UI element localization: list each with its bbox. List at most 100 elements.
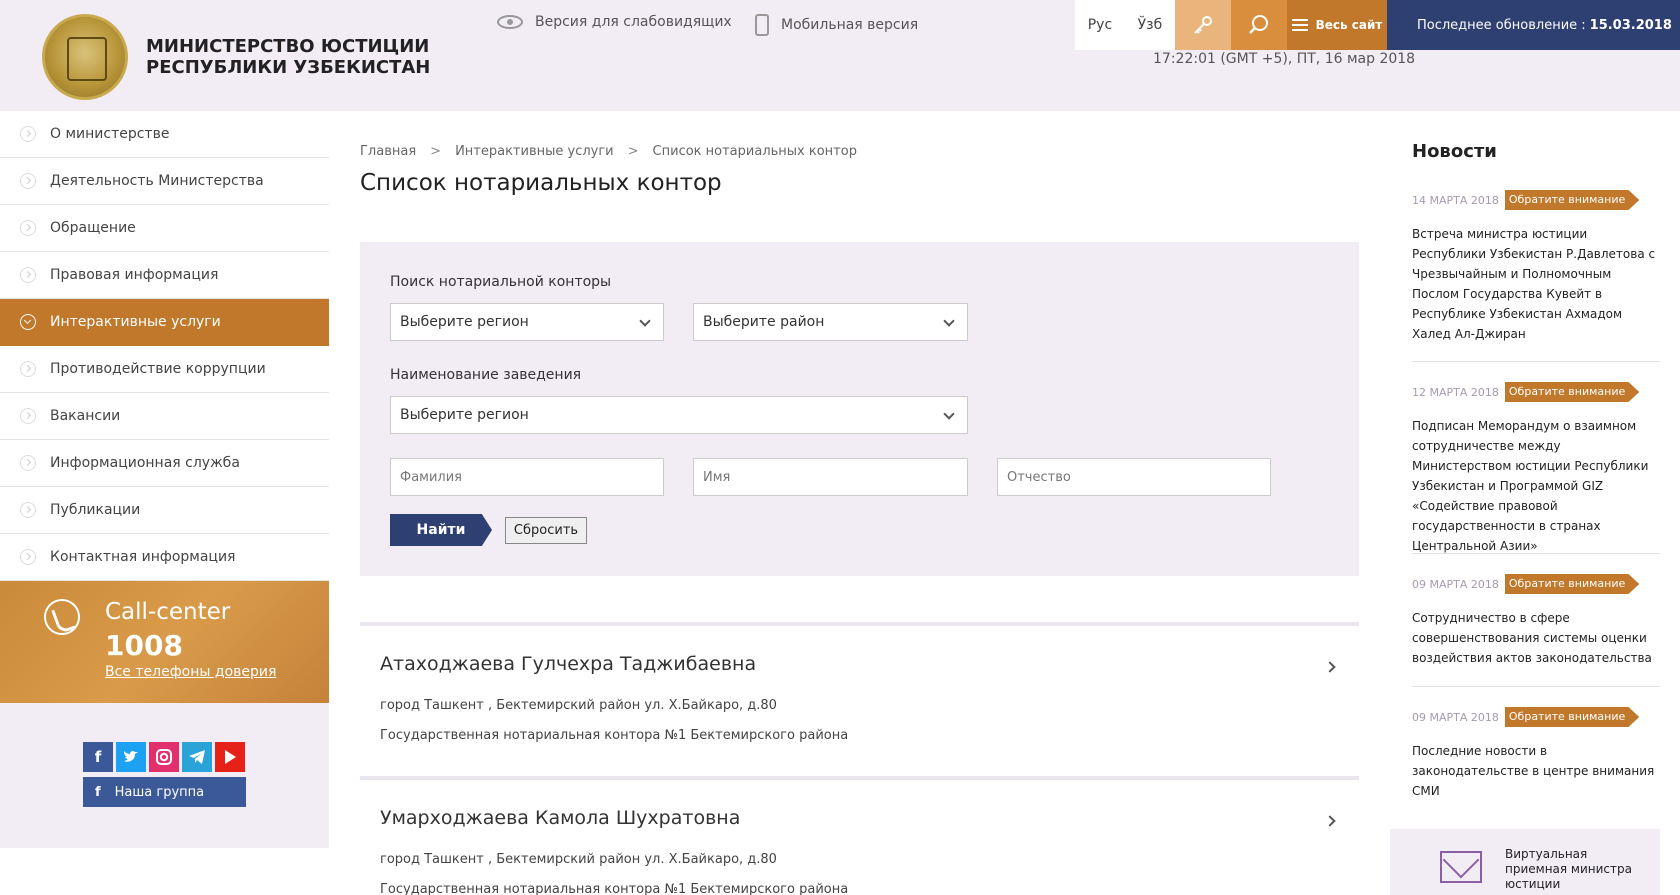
search-panel: Поиск нотариальной конторы Выберите реги… <box>360 242 1359 576</box>
find-button[interactable]: Найти <box>390 514 492 546</box>
chevron-right-icon[interactable] <box>1324 815 1336 827</box>
ministry-title[interactable]: МИНИСТЕРСТВО ЮСТИЦИИ РЕСПУБЛИКИ УЗБЕКИСТ… <box>146 36 430 78</box>
sidebar-item-activity[interactable]: Деятельность Министерства <box>0 158 329 205</box>
news-item[interactable]: 12 МАРТА 2018 Обратите внимание Подписан … <box>1412 382 1660 556</box>
call-center-number: 1008 <box>105 629 183 662</box>
last-update: Последнее обновление : 15.03.2018 <box>1387 0 1680 50</box>
news-item[interactable]: 09 МАРТА 2018 Обратите внимание Сотруднич… <box>1412 574 1660 668</box>
twitter-bird-icon <box>124 750 138 762</box>
sidebar-nav: О министерстве Деятельность Министерства… <box>0 111 329 581</box>
news-divider <box>1412 686 1660 687</box>
chevron-down-icon <box>20 314 36 330</box>
chevron-right-icon <box>20 267 36 283</box>
chevron-right-icon <box>20 502 36 518</box>
search-label: Поиск нотариальной конторы <box>390 274 612 290</box>
key-icon <box>1194 16 1212 34</box>
news-tag: Обратите внимание <box>1504 574 1640 594</box>
notary-office: Государственная нотариальная контора №1 … <box>380 728 849 743</box>
social-section: f f Наша группа <box>0 703 329 848</box>
page-title: Список нотариальных контор <box>360 170 722 196</box>
lang-ru[interactable]: Рус <box>1088 17 1112 33</box>
chevron-right-icon[interactable] <box>1324 661 1336 673</box>
virtual-reception-text: Виртуальная приемная министра юстиции <box>1505 847 1632 891</box>
notary-name[interactable]: Умарходжаева Камола Шухратовна <box>380 807 740 829</box>
reset-button[interactable]: Сбросить <box>505 517 587 544</box>
all-site-button[interactable]: Весь сайт <box>1287 0 1387 50</box>
eye-icon <box>497 15 523 29</box>
sidebar-item-publications[interactable]: Публикации <box>0 487 329 534</box>
region-select[interactable]: Выберите регион <box>390 303 664 341</box>
news-text[interactable]: Подписан Меморандум о взаимном сотруднич… <box>1412 416 1660 556</box>
instagram-icon[interactable] <box>149 742 179 772</box>
news-tag: Обратите внимание <box>1504 382 1640 402</box>
telegram-plane-icon <box>189 750 205 764</box>
news-text[interactable]: Сотрудничество в сфере совершенствования… <box>1412 608 1660 668</box>
result-item[interactable]: Атаходжаева Гулчехра Таджибаевна город Т… <box>360 622 1359 772</box>
chevron-down-icon <box>943 315 955 327</box>
virtual-reception-banner[interactable]: Виртуальная приемная министра юстиции <box>1390 829 1660 895</box>
news-item[interactable]: 14 МАРТА 2018 Обратите внимание Встреча м… <box>1412 190 1660 344</box>
envelope-icon <box>1440 851 1482 883</box>
breadcrumb-separator: > <box>627 144 639 159</box>
chevron-right-icon <box>20 408 36 424</box>
phone-icon <box>44 599 80 635</box>
youtube-icon[interactable] <box>215 742 245 772</box>
news-date: 09 МАРТА 2018 <box>1412 577 1499 591</box>
twitter-icon[interactable] <box>116 742 146 772</box>
sidebar-item-interactive-services[interactable]: Интерактивные услуги <box>0 299 329 346</box>
surname-input[interactable] <box>390 458 664 496</box>
menu-icon <box>1291 19 1308 31</box>
mobile-icon <box>755 14 769 36</box>
district-select[interactable]: Выберите район <box>693 303 968 341</box>
chevron-down-icon <box>639 315 651 327</box>
news-item[interactable]: 09 МАРТА 2018 Обратите внимание Последние… <box>1412 707 1660 801</box>
sidebar-item-contacts[interactable]: Контактная информация <box>0 534 329 581</box>
institution-select[interactable]: Выберите регион <box>390 396 968 434</box>
sidebar-item-legal-info[interactable]: Правовая информация <box>0 252 329 299</box>
instagram-camera-icon <box>156 749 172 765</box>
sidebar-item-appeal[interactable]: Обращение <box>0 205 329 252</box>
chevron-right-icon <box>20 220 36 236</box>
key-button[interactable] <box>1175 0 1231 50</box>
clock: 17:22:01 (GMT +5), ПТ, 16 мар 2018 <box>1153 51 1416 67</box>
result-item[interactable]: Умарходжаева Камола Шухратовна город Таш… <box>360 776 1359 895</box>
ministry-emblem-icon[interactable] <box>42 14 128 100</box>
news-text[interactable]: Встреча министра юстиции Республики Узбе… <box>1412 224 1660 344</box>
news-divider <box>1412 553 1660 554</box>
mobile-version-link[interactable]: Мобильная версия <box>755 14 918 36</box>
sidebar-item-vacancies[interactable]: Вакансии <box>0 393 329 440</box>
lang-uz[interactable]: Ўзб <box>1138 17 1163 33</box>
news-date: 14 МАРТА 2018 <box>1412 193 1499 207</box>
call-center-banner: Call-center 1008 Все телефоны доверия <box>0 581 329 703</box>
news-text[interactable]: Последние новости в законодательстве в ц… <box>1412 741 1660 801</box>
news-divider <box>1412 361 1660 362</box>
youtube-play-icon <box>225 750 236 764</box>
chevron-down-icon <box>943 408 955 420</box>
search-icon <box>1249 15 1268 34</box>
site-header: МИНИСТЕРСТВО ЮСТИЦИИ РЕСПУБЛИКИ УЗБЕКИСТ… <box>0 0 1680 111</box>
facebook-icon[interactable]: f <box>83 742 113 772</box>
chevron-right-icon <box>20 173 36 189</box>
sidebar-item-info-service[interactable]: Информационная служба <box>0 440 329 487</box>
sidebar-item-anticorruption[interactable]: Противодействие коррупции <box>0 346 329 393</box>
news-date: 09 МАРТА 2018 <box>1412 710 1499 724</box>
chevron-right-icon <box>20 361 36 377</box>
notary-address: город Ташкент , Бектемирский район ул. Х… <box>380 698 777 713</box>
chevron-right-icon <box>20 549 36 565</box>
telegram-icon[interactable] <box>182 742 212 772</box>
breadcrumb-home[interactable]: Главная <box>360 144 416 159</box>
search-button[interactable] <box>1231 0 1287 50</box>
breadcrumb-interactive-services[interactable]: Интерактивные услуги <box>455 144 614 159</box>
facebook-group-button[interactable]: f Наша группа <box>83 777 246 807</box>
call-center-title: Call-center <box>105 599 231 625</box>
accessibility-link[interactable]: Версия для слабовидящих <box>497 14 732 30</box>
notary-name[interactable]: Атаходжаева Гулчехра Таджибаевна <box>380 653 756 675</box>
patronymic-input[interactable] <box>997 458 1271 496</box>
breadcrumb-current: Список нотариальных контор <box>652 144 857 159</box>
hotlines-link[interactable]: Все телефоны доверия <box>105 664 276 680</box>
firstname-input[interactable] <box>693 458 968 496</box>
chevron-right-icon <box>20 126 36 142</box>
institution-name-label: Наименование заведения <box>390 367 582 383</box>
sidebar-item-about[interactable]: О министерстве <box>0 111 329 158</box>
facebook-icon: f <box>95 784 101 800</box>
